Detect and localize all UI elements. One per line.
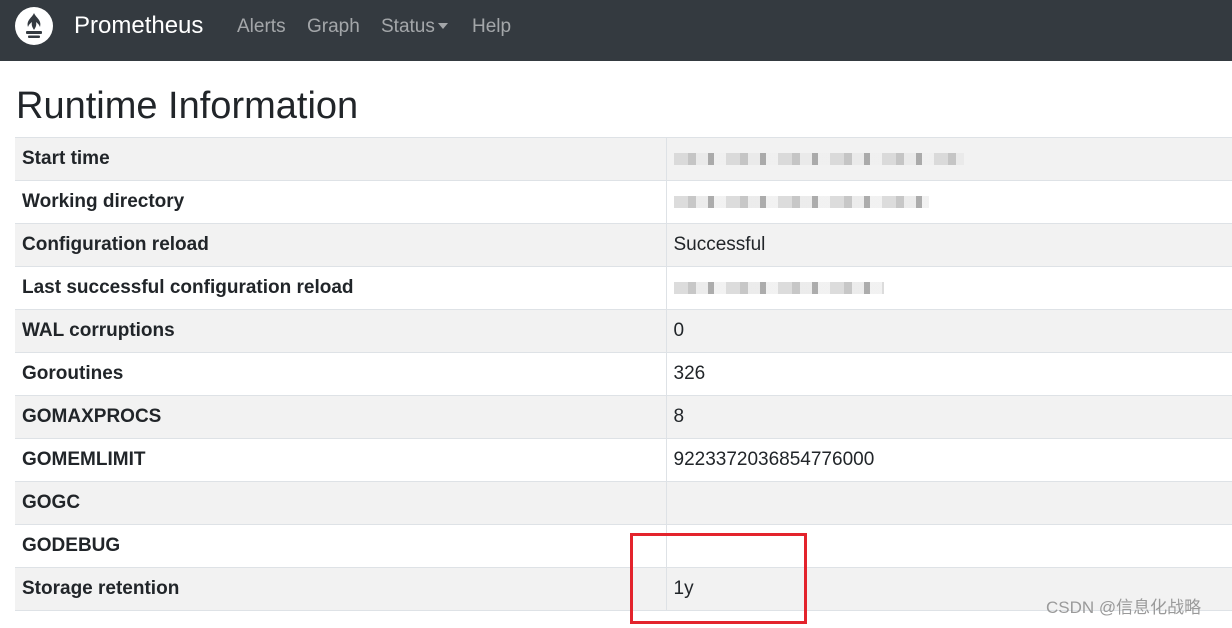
row-value: 8 <box>666 395 1232 439</box>
watermark: CSDN @信息化战略 <box>1046 598 1202 617</box>
row-key: GOMAXPROCS <box>15 395 667 439</box>
table-row: Goroutines 326 <box>15 352 1232 396</box>
row-key: Start time <box>15 137 667 181</box>
nav-alerts[interactable]: Alerts <box>237 16 286 38</box>
chevron-down-icon <box>437 23 448 29</box>
row-key: GOGC <box>15 481 667 525</box>
row-value: 9223372036854776000 <box>666 438 1232 482</box>
redacted-value <box>673 152 964 165</box>
top-navbar: Prometheus Alerts Graph Status Help <box>0 0 1232 61</box>
row-key: GOMEMLIMIT <box>15 438 667 482</box>
row-key: WAL corruptions <box>15 309 667 353</box>
page-title: Runtime Information <box>16 85 359 127</box>
table-row: GOMEMLIMIT 9223372036854776000 <box>15 438 1232 482</box>
table-row: Working directory <box>15 180 1232 224</box>
brand-name[interactable]: Prometheus <box>74 12 203 40</box>
row-value: 0 <box>666 309 1232 353</box>
row-value <box>666 266 1232 310</box>
table-row: Configuration reload Successful <box>15 223 1232 267</box>
nav-graph[interactable]: Graph <box>307 16 360 38</box>
redacted-value <box>673 281 884 294</box>
row-key: Configuration reload <box>15 223 667 267</box>
row-key: Goroutines <box>15 352 667 396</box>
row-key: GODEBUG <box>15 524 667 568</box>
annotation-highlight-box <box>630 533 807 624</box>
row-key: Working directory <box>15 180 667 224</box>
table-row: WAL corruptions 0 <box>15 309 1232 353</box>
row-key: Last successful configuration reload <box>15 266 667 310</box>
table-row: GODEBUG <box>15 524 1232 568</box>
nav-status-dropdown[interactable]: Status <box>381 16 448 38</box>
table-row: Last successful configuration reload <box>15 266 1232 310</box>
row-key: Storage retention <box>15 567 667 611</box>
row-value <box>666 180 1232 224</box>
redacted-value <box>673 195 929 208</box>
prometheus-flame-icon[interactable] <box>15 7 53 45</box>
table-row: GOGC <box>15 481 1232 525</box>
nav-help[interactable]: Help <box>472 16 511 38</box>
nav-status-label: Status <box>381 16 435 37</box>
table-row: Start time <box>15 137 1232 181</box>
table-row: GOMAXPROCS 8 <box>15 395 1232 439</box>
row-value <box>666 137 1232 181</box>
row-value: 326 <box>666 352 1232 396</box>
runtime-info-table: Start time Working directory Configuration… <box>15 137 1232 611</box>
row-value <box>666 481 1232 525</box>
row-value: Successful <box>666 223 1232 267</box>
